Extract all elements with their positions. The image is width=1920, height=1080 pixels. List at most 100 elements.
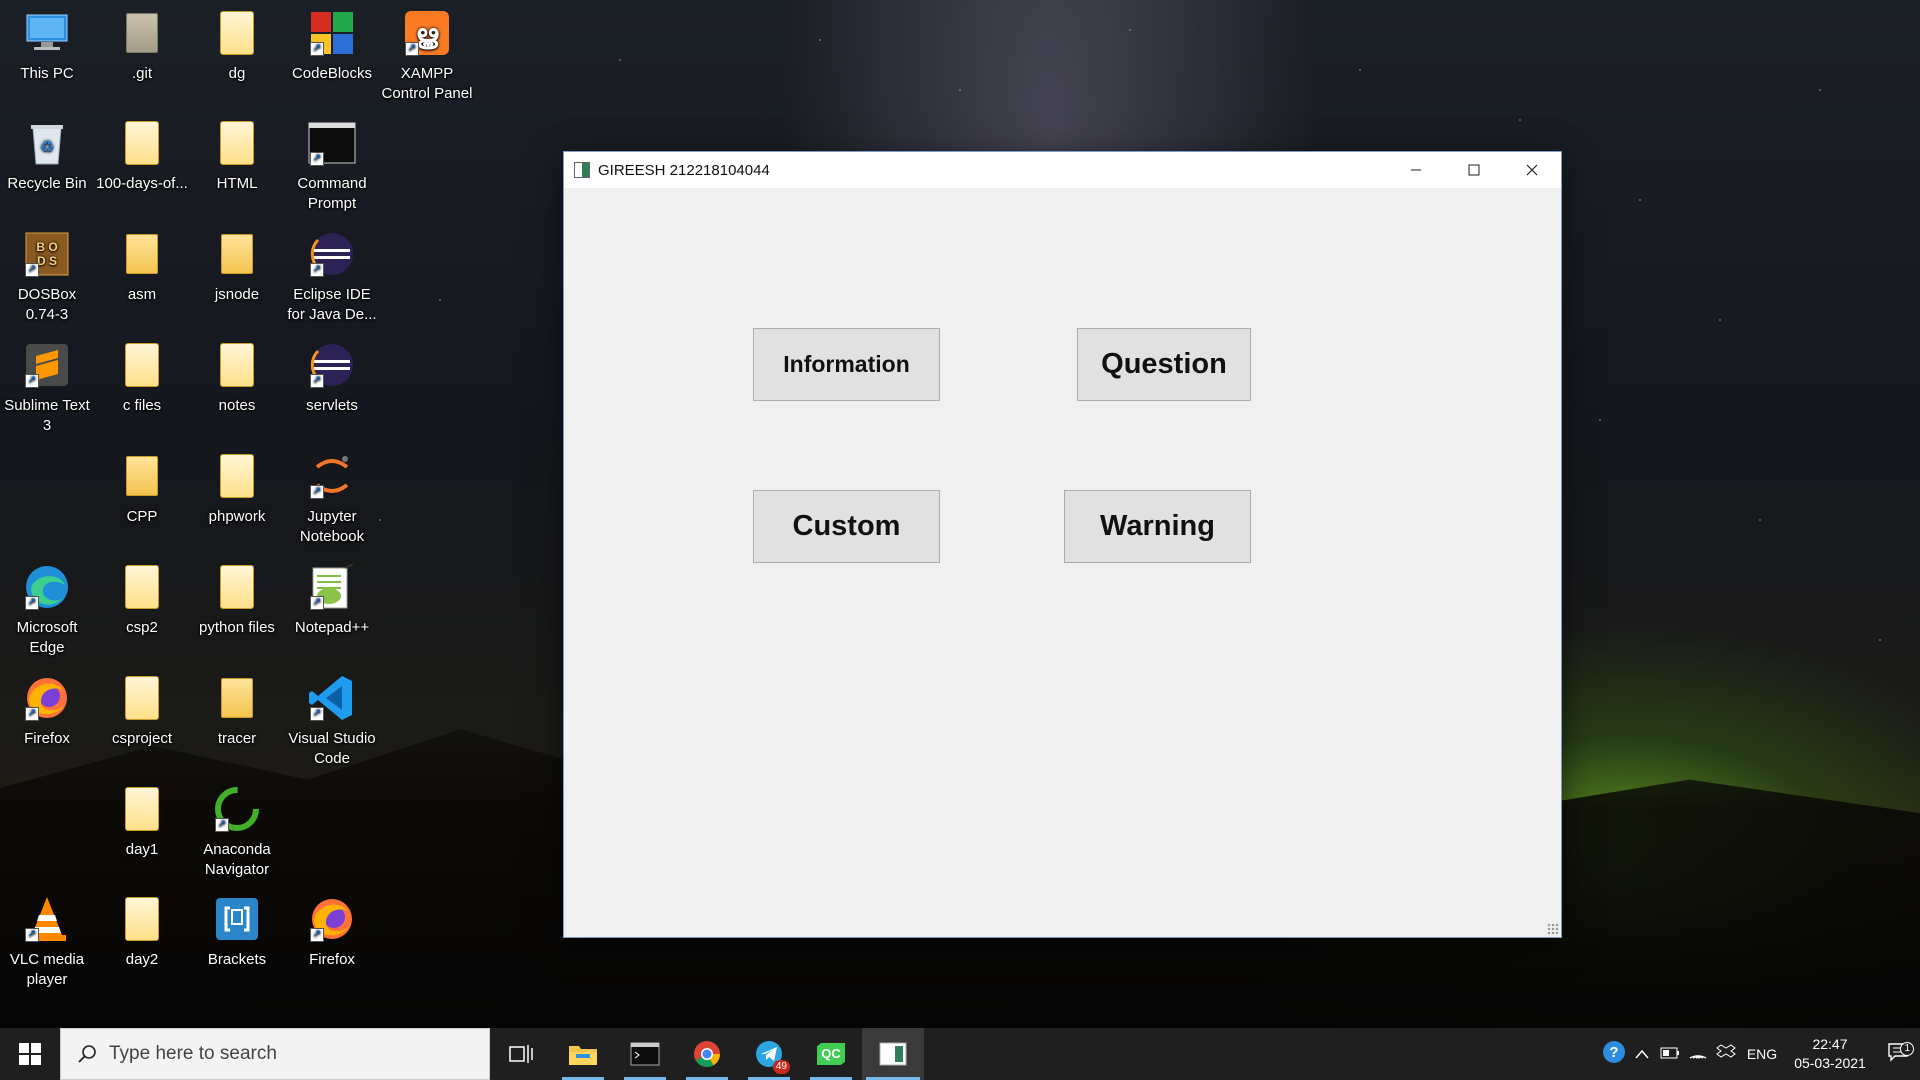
action-center-button[interactable]: 1 xyxy=(1876,1042,1920,1066)
folder-icon xyxy=(118,894,166,944)
show-hidden-icons-icon[interactable] xyxy=(1628,1046,1656,1063)
language-indicator[interactable]: ENG xyxy=(1740,1046,1784,1062)
folder-icon xyxy=(213,229,261,279)
desktop-icon-asm[interactable]: asm xyxy=(95,229,189,305)
custom-button[interactable]: Custom xyxy=(753,490,940,563)
qt-creator-icon: QC xyxy=(817,1043,845,1065)
jupyter-icon: ↗ xyxy=(308,451,356,501)
desktop-icon-recycle-bin[interactable]: ♻ Recycle Bin xyxy=(0,118,94,194)
desktop-icon-label: dg xyxy=(228,65,246,82)
taskbar-chrome[interactable] xyxy=(676,1028,738,1080)
desktop-icon-dosbox[interactable]: B OD S ↗ DOSBox 0.74-3 xyxy=(0,229,94,325)
desktop-icon-c-files[interactable]: c files xyxy=(95,340,189,416)
information-button[interactable]: Information xyxy=(753,328,940,401)
desktop-icon-day1[interactable]: day1 xyxy=(95,784,189,860)
window-titlebar[interactable]: GIREESH 212218104044 xyxy=(564,152,1561,188)
desktop-icon-codeblocks[interactable]: ↗ CodeBlocks xyxy=(285,8,379,84)
clock-time: 22:47 xyxy=(1812,1036,1848,1052)
desktop-icon-dg[interactable]: dg xyxy=(190,8,284,84)
search-input[interactable] xyxy=(109,1043,449,1065)
desktop-icon-label: VLC media player xyxy=(9,951,85,988)
taskbar-search[interactable] xyxy=(60,1028,490,1080)
warning-button[interactable]: Warning xyxy=(1064,490,1251,563)
svg-text:B O: B O xyxy=(36,240,57,254)
desktop-icon-label: XAMPP Control Panel xyxy=(381,65,473,102)
task-view-button[interactable] xyxy=(490,1028,552,1080)
desktop-icon-command-prompt[interactable]: ↗ Command Prompt xyxy=(285,118,379,214)
desktop-icon-jupyter[interactable]: ↗ Jupyter Notebook xyxy=(285,451,379,547)
desktop-icon-label: csp2 xyxy=(126,619,158,636)
help-icon[interactable]: ? xyxy=(1600,1040,1628,1068)
desktop-icon-label: Microsoft Edge xyxy=(16,619,78,656)
maximize-button[interactable] xyxy=(1445,152,1503,188)
desktop-icon-100-days[interactable]: 100-days-of... xyxy=(95,118,189,194)
clock[interactable]: 22:47 05-03-2021 xyxy=(1784,1035,1876,1073)
folder-icon xyxy=(118,673,166,723)
question-button[interactable]: Question xyxy=(1077,328,1251,401)
desktop-icon-firefox-2[interactable]: ↗ Firefox xyxy=(285,894,379,970)
wifi-icon[interactable] xyxy=(1684,1044,1712,1064)
desktop-icon-eclipse[interactable]: ↗ Eclipse IDE for Java De... xyxy=(285,229,379,325)
taskbar-current-app[interactable] xyxy=(862,1028,924,1080)
folder-icon xyxy=(118,340,166,390)
desktop-icon-notes[interactable]: notes xyxy=(190,340,284,416)
desktop-icon-csproject[interactable]: csproject xyxy=(95,673,189,749)
xampp-icon: ൠ ↗ xyxy=(403,8,451,58)
desktop-icon-git[interactable]: .git xyxy=(95,8,189,84)
desktop-icon-label: c files xyxy=(122,397,162,414)
desktop-icon-xampp[interactable]: ൠ ↗ XAMPP Control Panel xyxy=(380,8,474,104)
task-view-icon xyxy=(509,1045,533,1063)
svg-text:D S: D S xyxy=(37,254,57,268)
desktop-icon-label: CPP xyxy=(126,508,158,525)
svg-text:?: ? xyxy=(1609,1044,1618,1061)
desktop-icon-html[interactable]: HTML xyxy=(190,118,284,194)
folder-icon xyxy=(118,8,166,58)
taskbar-qt-creator[interactable]: QC xyxy=(800,1028,862,1080)
close-button[interactable] xyxy=(1503,152,1561,188)
desktop-icon-label: Anaconda Navigator xyxy=(203,841,271,878)
desktop-icon-brackets[interactable]: Brackets xyxy=(190,894,284,970)
desktop-icon-notepadpp[interactable]: ↗ Notepad++ xyxy=(285,562,379,638)
desktop-icon-vlc[interactable]: ↗ VLC media player xyxy=(0,894,94,990)
codeblocks-icon: ↗ xyxy=(308,8,356,58)
recycle-bin-icon: ♻ xyxy=(23,118,71,168)
desktop-icon-label: phpwork xyxy=(208,508,266,525)
search-icon xyxy=(78,1045,96,1063)
desktop-icon-csp2[interactable]: csp2 xyxy=(95,562,189,638)
battery-icon[interactable] xyxy=(1656,1046,1684,1063)
start-button[interactable] xyxy=(0,1028,60,1080)
resize-grip[interactable] xyxy=(1547,923,1559,935)
command-prompt-icon xyxy=(630,1042,660,1066)
desktop-icon-vscode[interactable]: ↗ Visual Studio Code xyxy=(285,673,379,769)
file-explorer-icon xyxy=(569,1046,597,1065)
desktop-icon-day2[interactable]: day2 xyxy=(95,894,189,970)
folder-icon xyxy=(118,784,166,834)
dosbox-icon: B OD S ↗ xyxy=(23,229,71,279)
taskbar-telegram[interactable]: 49 xyxy=(738,1028,800,1080)
desktop-icon-edge[interactable]: ↗ Microsoft Edge xyxy=(0,562,94,658)
desktop-icon-servlets[interactable]: ↗ servlets xyxy=(285,340,379,416)
eclipse-icon: ↗ xyxy=(308,229,356,279)
taskbar-file-explorer[interactable] xyxy=(552,1028,614,1080)
desktop-icon-phpwork[interactable]: phpwork xyxy=(190,451,284,527)
desktop-icon-label: python files xyxy=(199,619,275,636)
desktop-icon-this-pc[interactable]: This PC xyxy=(0,8,94,84)
desktop-icon-anaconda[interactable]: ↗ Anaconda Navigator xyxy=(190,784,284,880)
brackets-icon xyxy=(213,894,261,944)
desktop-icon-firefox[interactable]: ↗ Firefox xyxy=(0,673,94,749)
taskbar-command-prompt[interactable] xyxy=(614,1028,676,1080)
chrome-icon xyxy=(694,1041,720,1067)
desktop-icon-sublime-text[interactable]: ↗ Sublime Text 3 xyxy=(0,340,94,436)
desktop-icon-tracer[interactable]: tracer xyxy=(190,673,284,749)
dropbox-icon[interactable] xyxy=(1712,1044,1740,1064)
minimize-button[interactable] xyxy=(1387,152,1445,188)
desktop-icon-cpp[interactable]: CPP xyxy=(95,451,189,527)
desktop-icon-label: Command Prompt xyxy=(297,175,367,212)
desktop-icon-jsnode[interactable]: jsnode xyxy=(190,229,284,305)
clock-date: 05-03-2021 xyxy=(1794,1055,1866,1071)
app-window: GIREESH 212218104044 Information Questio… xyxy=(563,151,1562,938)
folder-icon xyxy=(213,673,261,723)
desktop-icon-label: Brackets xyxy=(207,951,267,968)
desktop-icon-python-files[interactable]: python files xyxy=(190,562,284,638)
desktop-icon-label: Visual Studio Code xyxy=(288,730,376,767)
